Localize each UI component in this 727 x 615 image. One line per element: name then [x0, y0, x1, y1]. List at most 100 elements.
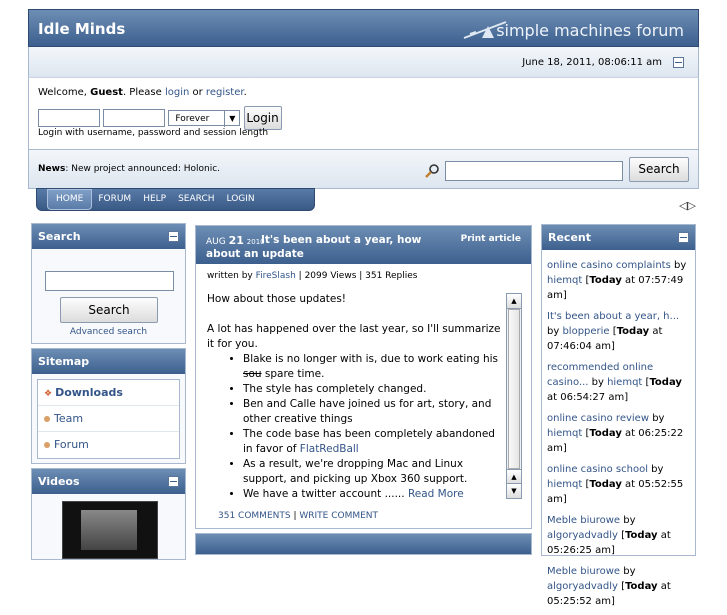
list-item: Meble biurowe by algoryadvadly [Today at…: [547, 513, 692, 558]
bullet-text: Blake is no longer with is, due to work …: [243, 353, 499, 365]
tab-help[interactable]: HELP: [137, 190, 172, 209]
bullet-icon: [44, 416, 50, 422]
password-field[interactable]: [103, 109, 166, 127]
recent-by: by: [620, 566, 636, 577]
recent-user-link[interactable]: algoryadvadly: [547, 530, 618, 541]
article-footer: 351 COMMENTS | WRITE COMMENT: [218, 511, 378, 521]
scroll-up-icon[interactable]: ▲: [507, 469, 521, 484]
recent-topic-link[interactable]: Meble biurowe: [547, 566, 620, 577]
tab-search[interactable]: SEARCH: [172, 190, 220, 209]
recent-user-link[interactable]: blopperie: [562, 326, 609, 337]
panel-toggle-arrows[interactable]: ◁▷: [679, 199, 696, 212]
read-more-link[interactable]: Read More: [408, 488, 464, 500]
recent-user-link[interactable]: hiemqt: [547, 275, 582, 286]
scroll-up-icon[interactable]: ▲: [507, 294, 521, 309]
list-item: The code base has been completely abando…: [243, 427, 502, 457]
recent-when: Today: [625, 530, 658, 541]
list-item: online casino school by hiemqt [Today at…: [547, 462, 692, 507]
video-thumbnail[interactable]: [62, 501, 158, 559]
recent-topic-link[interactable]: online casino review: [547, 413, 649, 424]
author-link[interactable]: FireSlash: [256, 271, 296, 281]
search-panel-title: Search: [38, 230, 81, 243]
site-title[interactable]: Idle Minds: [38, 20, 125, 38]
header-search-input[interactable]: [445, 161, 623, 181]
list-item: recommended online casino... by hiemqt […: [547, 360, 692, 405]
videos-panel-header: Videos: [32, 469, 185, 494]
sitemap-item-team[interactable]: Team: [38, 406, 179, 432]
bullet-text: Ben and Calle have joined us for art, st…: [243, 398, 492, 425]
article-paragraph: A lot has happened over the last year, s…: [207, 323, 501, 350]
write-comment-link[interactable]: WRITE COMMENT: [299, 511, 378, 521]
recent-by: by: [588, 377, 608, 388]
recent-user-link[interactable]: hiemqt: [547, 428, 582, 439]
bullet-text: The style has completely changed.: [243, 383, 427, 395]
sitemap-panel-header: Sitemap: [32, 349, 185, 374]
collapse-videos-icon[interactable]: [168, 476, 179, 487]
recent-when: Today: [589, 428, 622, 439]
recent-list: online casino complaints by hiemqt [Toda…: [547, 258, 692, 615]
arrow-right-icon[interactable]: ▷: [687, 199, 695, 212]
recent-user-link[interactable]: algoryadvadly: [547, 581, 618, 592]
scroll-down-icon[interactable]: ▼: [507, 483, 521, 498]
news-bar: News: New project announced: Holonic. Se…: [28, 150, 699, 189]
tab-home[interactable]: HOME: [47, 189, 93, 210]
print-article-link[interactable]: Print article: [461, 234, 521, 244]
forum-header-block: Idle Minds simple machines forum June 18…: [28, 9, 699, 189]
recent-user-link[interactable]: hiemqt: [547, 479, 582, 490]
bullet-strike: sou: [243, 368, 262, 380]
recent-topic-link[interactable]: online casino complaints: [547, 260, 671, 271]
site-header: Idle Minds simple machines forum: [28, 9, 699, 47]
login-hint: Login with username, password and sessio…: [38, 128, 269, 138]
sitemap-item-forum[interactable]: Forum: [38, 432, 179, 457]
header-search-button[interactable]: Search: [629, 157, 689, 182]
list-item: As a result, we're dropping Mac and Linu…: [243, 457, 502, 487]
list-item: Meble biurowe by algoryadvadly [Today at…: [547, 564, 692, 609]
meta-stats: | 2099 Views | 351 Replies: [295, 271, 418, 281]
article-scrollbar[interactable]: ▲ ▲ ▼: [506, 293, 522, 499]
recent-when: Today: [616, 326, 650, 337]
news-content: : New project announced: Holonic.: [65, 164, 221, 174]
comments-link[interactable]: 351 COMMENTS: [218, 511, 291, 521]
search-panel-header: Search: [32, 224, 185, 249]
article-title[interactable]: It's been about a year, how about an upd…: [206, 233, 456, 261]
search-panel: Search Search Advanced search: [31, 223, 186, 344]
username-field[interactable]: [38, 109, 100, 127]
guest-label: Guest: [90, 87, 123, 98]
recent-when: Today: [589, 275, 622, 286]
recent-when: Today: [625, 581, 658, 592]
collapse-search-icon[interactable]: [168, 231, 179, 242]
list-item: online casino review by hiemqt [Today at…: [547, 411, 692, 456]
sidebar-search-input[interactable]: [45, 271, 174, 291]
tab-login[interactable]: LOGIN: [221, 190, 261, 209]
list-item: Blake is no longer with is, due to work …: [243, 352, 502, 382]
sitemap-label[interactable]: Team: [54, 412, 83, 425]
register-link[interactable]: register: [206, 87, 244, 98]
recent-by: by: [648, 464, 664, 475]
advanced-search-link[interactable]: Advanced search: [32, 327, 185, 337]
recent-topic-link[interactable]: online casino school: [547, 464, 648, 475]
recent-topic-link[interactable]: It's been about a year, h...: [547, 311, 679, 322]
session-length-select[interactable]: Forever ▼: [168, 110, 241, 127]
please-text: . Please: [122, 87, 165, 98]
collapse-recent-icon[interactable]: [678, 232, 689, 243]
recent-bracket: [: [617, 581, 626, 592]
sidebar-search-button[interactable]: Search: [60, 297, 158, 323]
login-link[interactable]: login: [165, 87, 189, 98]
recent-user-link[interactable]: hiemqt: [607, 377, 642, 388]
collapse-header-icon[interactable]: [673, 57, 684, 68]
flatredball-link[interactable]: FlatRedBall: [300, 443, 359, 455]
recent-when: Today: [589, 479, 622, 490]
videos-panel: Videos: [31, 468, 186, 560]
meta-prefix: written by: [207, 271, 256, 281]
recent-topic-link[interactable]: Meble biurowe: [547, 515, 620, 526]
sitemap-label[interactable]: Downloads: [55, 386, 123, 399]
login-button[interactable]: Login: [243, 106, 282, 130]
scroll-thumb[interactable]: [508, 309, 520, 469]
bullet-icon: [44, 442, 50, 448]
tab-forum[interactable]: FORUM: [92, 190, 137, 209]
sitemap-label[interactable]: Forum: [54, 438, 89, 451]
date-bar: June 18, 2011, 08:06:11 am: [28, 47, 699, 77]
sitemap-list: ❖ Downloads Team Forum: [37, 379, 180, 459]
sitemap-title: Sitemap: [38, 355, 90, 368]
sitemap-item-downloads[interactable]: ❖ Downloads: [38, 380, 179, 406]
